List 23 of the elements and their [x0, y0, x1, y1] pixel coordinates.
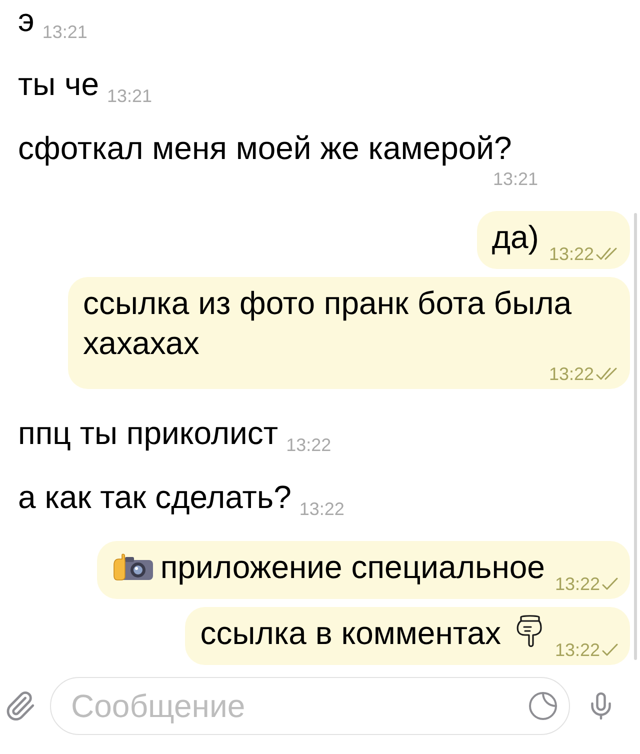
message-time: 13:21 — [492, 168, 538, 190]
message-time: 13:21 — [42, 21, 88, 43]
message-text: ппц ты приколист — [18, 414, 278, 453]
message-time: 13:22 — [299, 498, 344, 520]
camera-icon — [112, 553, 154, 581]
message-time: 13:22 — [554, 639, 600, 661]
message-time: 13:22 — [548, 363, 594, 385]
message-text: ты че — [18, 65, 100, 104]
message-time: 13:22 — [286, 434, 332, 456]
sticker-icon[interactable] — [528, 691, 558, 721]
message-text: приложение специальное — [160, 548, 545, 587]
message-text: да) — [492, 218, 539, 257]
message-time: 13:22 — [548, 243, 594, 265]
message-time: 13:21 — [107, 85, 152, 107]
message-text: сфоткал меня моей же камерой? — [18, 129, 512, 168]
message-time: 13:22 — [554, 573, 600, 595]
message-text: э — [18, 1, 34, 40]
message-input[interactable]: Сообщение — [50, 677, 570, 735]
message-text: ссылка в комментах — [200, 614, 501, 653]
message-text: а как так сделать? — [18, 478, 292, 517]
message-text: ссылка из фото пранк бота была хахахах — [83, 284, 573, 363]
pointing-hand-icon — [514, 614, 545, 648]
paperclip-icon[interactable] — [4, 690, 36, 722]
